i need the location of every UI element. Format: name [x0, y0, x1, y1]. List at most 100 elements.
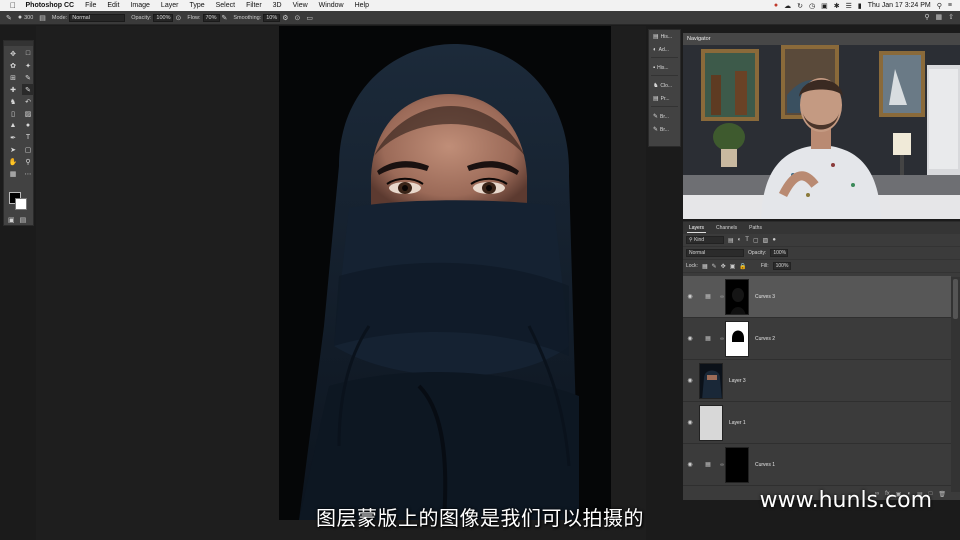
path-selection-tool-icon[interactable]: ➤ — [7, 144, 19, 155]
wifi-icon[interactable]: ☰ — [846, 2, 852, 10]
brush-tool-icon[interactable]: ✎ — [22, 84, 34, 95]
screen-mode-icon[interactable]: ▤ — [20, 216, 27, 224]
visibility-eye-icon[interactable]: ◉ — [683, 293, 697, 300]
lock-pixels-icon[interactable]: ✎ — [712, 263, 717, 270]
sync-icon[interactable]: ↻ — [797, 2, 803, 10]
clock[interactable]: Thu Jan 17 3:24 PM — [868, 2, 931, 9]
filter-adjustment-icon[interactable]: ◐ — [738, 237, 742, 243]
gradient-tool-icon[interactable]: ▨ — [22, 108, 34, 119]
opacity-field[interactable]: 100% — [153, 13, 174, 22]
lock-transparency-icon[interactable]: ▦ — [702, 263, 708, 270]
lock-all-icon[interactable]: 🔒 — [739, 263, 746, 270]
layer-row-curves-3[interactable]: ◉ ▦ ∞ Curves 3 — [683, 276, 951, 318]
tab-channels[interactable]: Channels — [714, 224, 739, 232]
marquee-tool-icon[interactable]: □ — [22, 48, 34, 59]
edit-toolbar-icon[interactable]: ▦ — [7, 168, 19, 179]
tab-navigator[interactable]: Navigator — [683, 33, 960, 45]
search-icon[interactable]: ⚲ — [924, 13, 929, 21]
brush-tool-icon[interactable]: ✎ — [6, 14, 12, 22]
filter-smart-object-icon[interactable]: ▨ — [763, 237, 769, 244]
layer-row-layer-1[interactable]: ◉ Layer 1 — [683, 402, 951, 444]
filter-shape-icon[interactable]: ▢ — [753, 237, 759, 244]
tab-layers[interactable]: Layers — [687, 224, 707, 233]
panel-clone-source[interactable]: ♞ Clo... — [649, 79, 680, 92]
layers-scrollbar[interactable] — [951, 277, 960, 492]
dodge-tool-icon[interactable]: ● — [22, 120, 34, 131]
healing-brush-tool-icon[interactable]: ✚ — [7, 84, 19, 95]
hand-tool-icon[interactable]: ✋ — [7, 156, 19, 167]
cloud-icon[interactable]: ☁ — [784, 2, 791, 10]
zoom-tool-icon[interactable]: ⚲ — [22, 156, 34, 167]
layer-name[interactable]: Curves 3 — [755, 294, 775, 300]
fill-field[interactable]: 100% — [772, 262, 791, 270]
layer-row-curves-1[interactable]: ◉ ▦ ∞ Curves 1 — [683, 444, 951, 486]
lasso-tool-icon[interactable]: ✿ — [7, 60, 19, 71]
visibility-eye-icon[interactable]: ◉ — [683, 377, 697, 384]
airbrush-icon[interactable]: ✎ — [222, 14, 228, 22]
move-tool-icon[interactable]: ✥ — [7, 48, 19, 59]
filter-pixel-icon[interactable]: ▤ — [728, 237, 734, 244]
menu-file[interactable]: File — [80, 2, 102, 9]
document-image[interactable] — [279, 26, 611, 520]
menu-window[interactable]: Window — [313, 2, 349, 9]
quick-mask-icon[interactable]: ▣ — [8, 216, 15, 224]
panel-histogram-2[interactable]: ▪ His... — [649, 61, 680, 74]
menu-app[interactable]: Photoshop CC — [20, 2, 80, 9]
display-icon[interactable]: ▣ — [821, 2, 828, 10]
lock-position-icon[interactable]: ✥ — [721, 263, 726, 270]
menu-view[interactable]: View — [287, 2, 313, 9]
record-icon[interactable]: ● — [774, 2, 778, 9]
menu-image[interactable]: Image — [125, 2, 155, 9]
eraser-tool-icon[interactable]: ▯ — [7, 108, 19, 119]
visibility-eye-icon[interactable]: ◉ — [683, 461, 697, 468]
apple-icon[interactable]:  — [10, 1, 20, 10]
layer-mask-thumbnail[interactable] — [725, 320, 749, 357]
visibility-eye-icon[interactable]: ◉ — [683, 335, 697, 342]
delete-layer-icon[interactable]: 🗑 — [938, 491, 946, 498]
menu-help[interactable]: Help — [349, 2, 374, 9]
menu-type[interactable]: Type — [184, 2, 210, 9]
panel-adjustments[interactable]: ◐ Ad... — [649, 43, 680, 56]
panel-brush-settings[interactable]: ✎ Br... — [649, 123, 680, 136]
history-brush-tool-icon[interactable]: ↶ — [22, 96, 34, 107]
smoothing-options-icon[interactable]: ⚙ — [282, 14, 288, 22]
layer-name[interactable]: Layer 1 — [729, 420, 746, 426]
brush-panel-icon[interactable]: ▤ — [39, 14, 46, 22]
type-tool-icon[interactable]: T — [22, 132, 34, 143]
layer-name[interactable]: Curves 2 — [755, 336, 775, 342]
menu-3d[interactable]: 3D — [267, 2, 287, 9]
more-tools-icon[interactable]: ⋯ — [22, 168, 34, 179]
blend-mode-select[interactable]: Normal — [686, 249, 744, 257]
layer-row-curves-2[interactable]: ◉ ▦ ∞ Curves 2 — [683, 318, 951, 360]
smoothing-field[interactable]: 10% — [263, 13, 281, 22]
tab-paths[interactable]: Paths — [747, 224, 764, 232]
layer-name[interactable]: Curves 1 — [755, 462, 775, 468]
clone-stamp-tool-icon[interactable]: ♞ — [7, 96, 19, 107]
visibility-eye-icon[interactable]: ◉ — [683, 419, 697, 426]
share-icon[interactable]: ⇧ — [948, 13, 954, 21]
mode-select[interactable]: Normal — [69, 13, 126, 22]
bluetooth-icon[interactable]: ✱ — [834, 2, 840, 10]
background-color-swatch[interactable] — [15, 198, 27, 210]
layer-row-layer-3[interactable]: ◉ Layer 3 — [683, 360, 951, 402]
layer-mask-thumbnail[interactable] — [725, 278, 749, 315]
brush-preset-picker[interactable]: ● 300 — [18, 14, 33, 21]
eyedropper-tool-icon[interactable]: ✎ — [22, 72, 34, 83]
layer-thumbnail[interactable] — [699, 404, 723, 441]
timer-icon[interactable]: ◷ — [809, 2, 815, 10]
layer-mask-thumbnail[interactable] — [725, 446, 749, 483]
pressure-size-icon[interactable]: ⊙ — [295, 14, 301, 22]
crop-tool-icon[interactable]: ⊞ — [7, 72, 19, 83]
menu-extras-icon[interactable]: ≡ — [948, 2, 952, 9]
pressure-opacity-icon[interactable]: ⊙ — [175, 14, 181, 22]
menu-filter[interactable]: Filter — [241, 2, 268, 9]
blur-tool-icon[interactable]: ▲ — [7, 120, 19, 131]
workspace-icon[interactable]: ▦ — [936, 13, 943, 21]
menu-select[interactable]: Select — [210, 2, 240, 9]
symmetry-icon[interactable]: ▭ — [306, 14, 313, 22]
layer-name[interactable]: Layer 3 — [729, 378, 746, 384]
layer-thumbnail[interactable] — [699, 362, 723, 399]
magic-wand-tool-icon[interactable]: ✦ — [22, 60, 34, 71]
shape-tool-icon[interactable]: ▢ — [22, 144, 34, 155]
menu-layer[interactable]: Layer — [155, 2, 184, 9]
